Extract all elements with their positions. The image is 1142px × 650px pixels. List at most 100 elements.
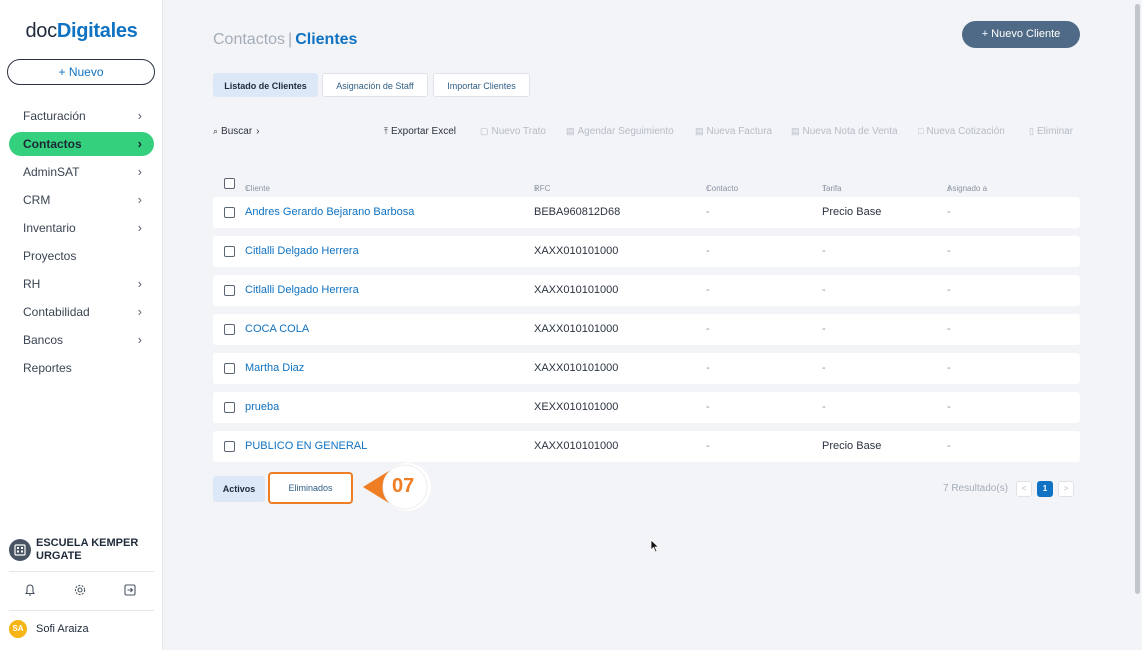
new-quote-button[interactable]: □ Nueva Cotización: [918, 126, 1005, 137]
rate-cell: -: [822, 323, 826, 335]
new-client-button[interactable]: + Nuevo Cliente: [962, 21, 1080, 48]
document-icon: ▤: [791, 126, 800, 136]
scrollbar-thumb[interactable]: [1135, 4, 1140, 594]
pagination-next[interactable]: >: [1058, 481, 1074, 497]
rfc-cell: XAXX010101000: [534, 284, 619, 296]
table-row[interactable]: PUBLICO EN GENERAL XAXX010101000 - Precio B…: [213, 431, 1080, 462]
assigned-cell: -: [947, 245, 951, 257]
sidebar-item-contactos[interactable]: Contactos ›: [9, 132, 154, 156]
new-sale-note-label: Nueva Nota de Venta: [802, 126, 898, 137]
breadcrumb-section[interactable]: Contactos: [213, 31, 285, 48]
gear-icon[interactable]: [73, 583, 89, 599]
tab-asignacion-staff[interactable]: Asignación de Staff: [322, 73, 428, 97]
new-deal-label: Nuevo Trato: [491, 126, 546, 137]
sidebar-nav: Facturación › Contactos › AdminSAT › CRM › Inven…: [0, 104, 163, 384]
logout-icon[interactable]: [123, 583, 139, 599]
file-icon: □: [918, 126, 924, 136]
client-name-link[interactable]: PUBLICO EN GENERAL: [245, 440, 367, 452]
user-name: Sofi Araiza: [36, 623, 89, 635]
logo-text-digitales: Digitales: [56, 20, 138, 42]
tab-activos[interactable]: Activos: [213, 476, 265, 502]
chevron-right-icon: ›: [137, 276, 142, 291]
table-row[interactable]: prueba XEXX010101000 - - -: [213, 392, 1080, 423]
sidebar-item-label: CRM: [23, 193, 51, 207]
rfc-cell: XAXX010101000: [534, 362, 619, 374]
rfc-cell: XEXX010101000: [534, 401, 619, 413]
tab-eliminados[interactable]: Eliminados: [268, 472, 353, 504]
sidebar: docDigitales + Nuevo Facturación › Contact…: [0, 0, 163, 650]
row-checkbox[interactable]: [224, 402, 235, 413]
company-selector[interactable]: ESCUELA KEMPER URGATE: [9, 536, 154, 564]
sort-icon: ↕: [947, 184, 951, 193]
contact-cell: -: [706, 284, 710, 296]
table-row[interactable]: COCA COLA XAXX010101000 - - -: [213, 314, 1080, 345]
new-quote-label: Nueva Cotización: [926, 126, 1005, 137]
search-button[interactable]: ⌕ Buscar ›: [213, 126, 260, 137]
new-button[interactable]: + Nuevo: [7, 59, 155, 85]
row-checkbox[interactable]: [224, 363, 235, 374]
assigned-cell: -: [947, 362, 951, 374]
sidebar-item-facturacion[interactable]: Facturación ›: [9, 104, 154, 128]
search-label: Buscar: [221, 126, 253, 137]
new-deal-button[interactable]: ▢ Nuevo Trato: [480, 126, 546, 137]
app-logo[interactable]: docDigitales: [0, 20, 163, 43]
search-icon: ⌕: [213, 126, 219, 136]
client-name-link[interactable]: COCA COLA: [245, 323, 309, 335]
sidebar-item-adminsat[interactable]: AdminSAT ›: [9, 160, 154, 184]
step-number: 07: [392, 475, 415, 497]
new-sale-note-button[interactable]: ▤ Nueva Nota de Venta: [791, 126, 898, 137]
sidebar-item-bancos[interactable]: Bancos ›: [9, 328, 154, 352]
rate-cell: Precio Base: [822, 206, 882, 218]
sidebar-item-crm[interactable]: CRM ›: [9, 188, 154, 212]
sidebar-item-rh[interactable]: RH ›: [9, 272, 154, 296]
client-name-link[interactable]: prueba: [245, 401, 279, 413]
building-icon: [9, 539, 31, 561]
breadcrumb-separator: |: [288, 31, 293, 48]
select-all-checkbox[interactable]: [224, 178, 235, 189]
row-checkbox[interactable]: [224, 207, 235, 218]
client-name-link[interactable]: Andres Gerardo Bejarano Barbosa: [245, 206, 414, 218]
sidebar-item-inventario[interactable]: Inventario ›: [9, 216, 154, 240]
row-checkbox[interactable]: [224, 285, 235, 296]
client-name-link[interactable]: Citlalli Delgado Herrera: [245, 245, 359, 257]
table-header: Cliente ↕ RFC ↕ Contacto ↕ Tarifa ↕ Asig…: [213, 176, 1080, 193]
sort-icon: ↕: [706, 184, 710, 193]
tab-listado-clientes[interactable]: Listado de Clientes: [213, 73, 318, 97]
tab-importar-clientes[interactable]: Importar Clientes: [433, 73, 530, 97]
breadcrumb-current: Clientes: [295, 31, 358, 48]
export-excel-button[interactable]: ⤒ Exportar Excel: [384, 126, 456, 137]
bell-icon[interactable]: [23, 583, 39, 599]
table-row[interactable]: Martha Diaz XAXX010101000 - - -: [213, 353, 1080, 384]
row-checkbox[interactable]: [224, 441, 235, 452]
sidebar-item-proyectos[interactable]: Proyectos: [9, 244, 154, 268]
user-profile[interactable]: SA Sofi Araiza: [9, 620, 154, 640]
briefcase-icon: ▢: [480, 126, 489, 136]
rfc-cell: XAXX010101000: [534, 323, 619, 335]
new-invoice-button[interactable]: ▤ Nueva Factura: [695, 126, 772, 137]
pagination-prev[interactable]: <: [1016, 481, 1032, 497]
delete-button[interactable]: ▯ Eliminar: [1029, 126, 1073, 137]
client-name-link[interactable]: Citlalli Delgado Herrera: [245, 284, 359, 296]
schedule-followup-button[interactable]: ▤ Agendar Seguimiento: [566, 126, 674, 137]
row-checkbox[interactable]: [224, 324, 235, 335]
assigned-cell: -: [947, 440, 951, 452]
chevron-right-icon: ›: [137, 220, 142, 235]
sidebar-item-reportes[interactable]: Reportes: [9, 356, 154, 380]
chevron-right-icon: ›: [137, 164, 142, 179]
row-checkbox[interactable]: [224, 246, 235, 257]
table-row[interactable]: Andres Gerardo Bejarano Barbosa BEBA96081…: [213, 197, 1080, 228]
calendar-icon: ▤: [566, 126, 575, 136]
table-row[interactable]: Citlalli Delgado Herrera XAXX010101000 - - -: [213, 275, 1080, 306]
company-name: ESCUELA KEMPER URGATE: [36, 537, 139, 562]
mouse-cursor-icon: [650, 539, 660, 556]
table-row[interactable]: Citlalli Delgado Herrera XAXX010101000 - - -: [213, 236, 1080, 267]
sidebar-item-contabilidad[interactable]: Contabilidad ›: [9, 300, 154, 324]
client-name-link[interactable]: Martha Diaz: [245, 362, 304, 374]
scrollbar[interactable]: [1133, 0, 1142, 650]
pagination-page-1[interactable]: 1: [1037, 481, 1053, 497]
sidebar-item-label: Contabilidad: [23, 305, 90, 319]
main-content: Contactos | Clientes + Nuevo Cliente Lista…: [163, 0, 1133, 650]
sort-icon: ↕: [245, 184, 249, 193]
sidebar-item-label: Reportes: [23, 361, 72, 375]
sidebar-item-label: Contactos: [23, 137, 82, 151]
